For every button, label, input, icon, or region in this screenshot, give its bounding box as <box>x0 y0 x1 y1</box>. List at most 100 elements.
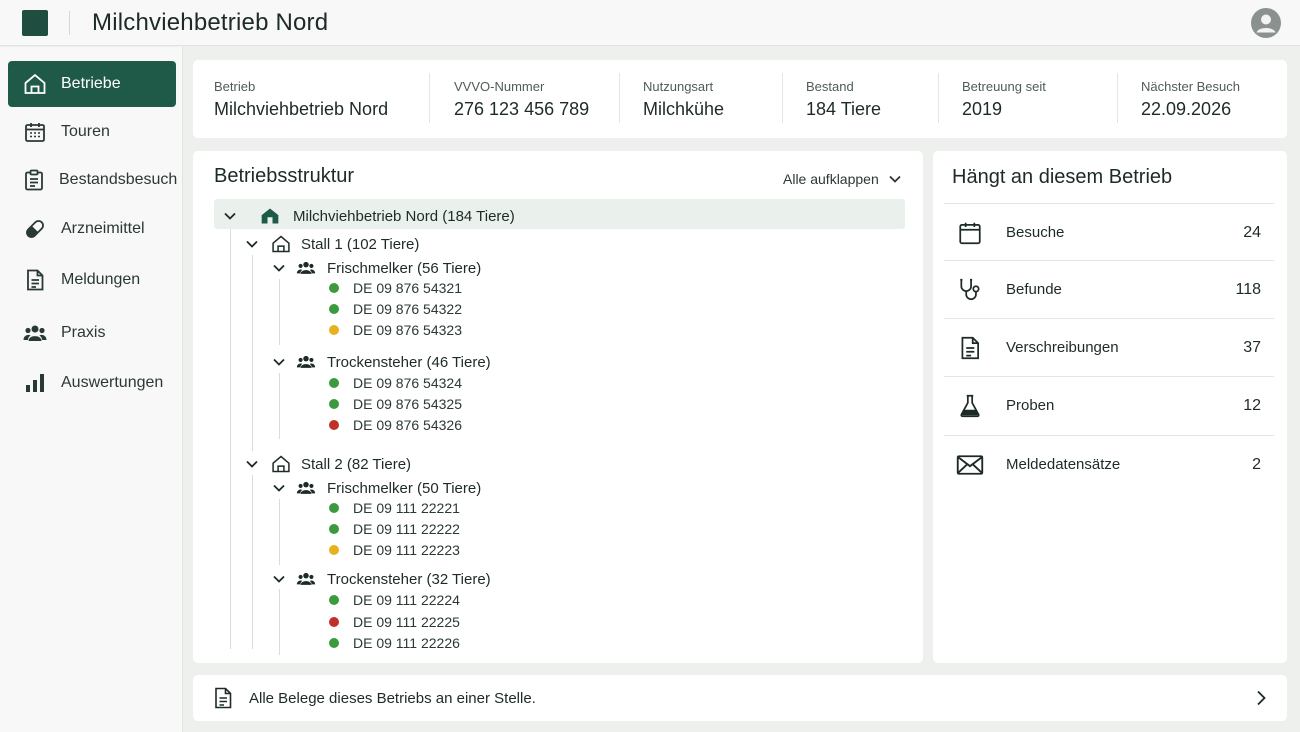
summary-betrieb: Betrieb Milchviehbetrieb Nord <box>214 76 388 122</box>
status-dot <box>329 545 339 555</box>
sidebar-item-auswertungen[interactable]: Auswertungen <box>8 360 176 406</box>
summary-label: Nutzungsart <box>643 79 714 94</box>
herd-icon <box>296 355 316 368</box>
animal-id: DE 09 876 54325 <box>353 396 462 412</box>
calendar-icon <box>955 218 985 248</box>
related-item-verschreibungen[interactable]: Verschreibungen 37 <box>944 318 1274 376</box>
chevron-down-icon[interactable] <box>271 571 287 587</box>
sidebar-item-label: Bestandsbesuch <box>59 171 178 188</box>
animal-id: DE 09 111 22226 <box>353 635 460 651</box>
tree-group-node[interactable]: Trockensteher (32 Tiere) <box>271 569 491 589</box>
summary-value: 184 Tiere <box>806 99 882 119</box>
animal-row[interactable]: DE 09 876 54326 <box>329 417 462 433</box>
user-avatar-icon[interactable] <box>1251 8 1281 38</box>
all-documents-label: Alle Belege dieses Betriebs an einer Ste… <box>249 690 536 707</box>
animal-row[interactable]: DE 09 111 22221 <box>329 500 460 516</box>
herd-icon <box>296 481 316 494</box>
summary-betreuung: Betreuung seit 2019 <box>962 76 1046 122</box>
chevron-down-icon[interactable] <box>244 456 260 472</box>
chevron-right-icon <box>1257 690 1266 706</box>
summary-label: Bestand <box>806 79 854 94</box>
document-icon <box>215 687 232 709</box>
summary-divider <box>938 73 939 123</box>
sidebar: Betriebe Touren Bestandsbesuch Arzneimit… <box>0 47 183 732</box>
tree-line <box>252 255 253 451</box>
status-dot <box>329 420 339 430</box>
related-item-besuche[interactable]: Besuche 24 <box>944 203 1274 261</box>
animal-row[interactable]: DE 09 111 22226 <box>329 635 460 651</box>
animal-row[interactable]: DE 09 876 54323 <box>329 322 462 338</box>
tree-group-node[interactable]: Frischmelker (50 Tiere) <box>271 478 481 498</box>
tree-stall-node[interactable]: Stall 2 (82 Tiere) <box>244 454 411 474</box>
related-item-label: Besuche <box>1006 224 1065 241</box>
summary-value: 22.09.2026 <box>1141 99 1232 119</box>
animal-row[interactable]: DE 09 111 22223 <box>329 542 460 558</box>
status-dot <box>329 304 339 314</box>
status-dot <box>329 399 339 409</box>
summary-divider <box>429 73 430 123</box>
animal-row[interactable]: DE 09 111 22224 <box>329 592 460 608</box>
page-title: Milchviehbetrieb Nord <box>92 9 329 36</box>
related-item-proben[interactable]: Proben 12 <box>944 376 1274 434</box>
related-item-label: Verschreibungen <box>1006 339 1119 356</box>
animal-row[interactable]: DE 09 111 22222 <box>329 521 460 537</box>
tree-line <box>279 589 280 655</box>
summary-bestand: Bestand 184 Tiere <box>806 76 881 122</box>
app-logo <box>22 10 48 36</box>
stethoscope-icon <box>955 275 985 305</box>
bar-chart-icon <box>22 370 48 396</box>
summary-label: Nächster Besuch <box>1141 79 1240 94</box>
tree-node-label: Frischmelker (56 Tiere) <box>327 259 482 277</box>
sidebar-item-betriebe[interactable]: Betriebe <box>8 61 176 107</box>
tree-line <box>230 229 231 649</box>
tree-root-node[interactable]: Milchviehbetrieb Nord (184 Tiere) <box>222 206 515 226</box>
summary-value: 276 123 456 789 <box>454 99 590 119</box>
sidebar-item-praxis[interactable]: Praxis <box>8 310 176 356</box>
summary-naechster-besuch: Nächster Besuch 22.09.2026 <box>1141 76 1240 122</box>
summary-value: Milchkühe <box>643 99 725 119</box>
tree-stall-node[interactable]: Stall 1 (102 Tiere) <box>244 234 419 254</box>
all-documents-link[interactable]: Alle Belege dieses Betriebs an einer Ste… <box>193 675 1287 721</box>
sidebar-item-label: Praxis <box>61 324 106 341</box>
herd-icon <box>296 261 316 274</box>
animal-row[interactable]: DE 09 876 54321 <box>329 280 462 296</box>
status-dot <box>329 638 339 648</box>
tree-group-node[interactable]: Frischmelker (56 Tiere) <box>271 258 481 278</box>
sidebar-item-arzneimittel[interactable]: Arzneimittel <box>8 206 176 252</box>
status-dot <box>329 325 339 335</box>
sidebar-item-label: Auswertungen <box>61 374 164 391</box>
tree-line <box>252 475 253 649</box>
status-dot <box>329 617 339 627</box>
chevron-down-icon[interactable] <box>271 480 287 496</box>
tree-line <box>279 499 280 565</box>
status-dot <box>329 503 339 513</box>
barn-icon <box>272 235 290 253</box>
summary-label: Betreuung seit <box>962 79 1046 94</box>
animal-id: DE 09 876 54326 <box>353 417 462 433</box>
header-divider <box>69 11 70 35</box>
animal-row[interactable]: DE 09 111 22225 <box>329 614 460 630</box>
chevron-down-icon[interactable] <box>244 236 260 252</box>
expand-all-button[interactable]: Alle aufklappen <box>783 171 902 187</box>
related-item-befunde[interactable]: Befunde 118 <box>944 260 1274 318</box>
chevron-down-icon[interactable] <box>271 260 287 276</box>
animal-row[interactable]: DE 09 876 54325 <box>329 396 462 412</box>
sidebar-item-label: Touren <box>61 123 110 140</box>
tree-group-node[interactable]: Trockensteher (46 Tiere) <box>271 352 491 372</box>
related-item-meldedatensaetze[interactable]: Meldedatensätze 2 <box>944 435 1274 493</box>
chevron-down-icon[interactable] <box>222 208 238 224</box>
animal-row[interactable]: DE 09 876 54322 <box>329 301 462 317</box>
sidebar-item-touren[interactable]: Touren <box>8 109 176 155</box>
tree-node-label: Milchviehbetrieb Nord (184 Tiere) <box>293 207 515 225</box>
chevron-down-icon <box>889 175 901 183</box>
related-item-label: Meldedatensätze <box>1006 456 1121 473</box>
animal-id: DE 09 876 54324 <box>353 375 462 391</box>
sidebar-item-meldungen[interactable]: Meldungen <box>8 257 176 303</box>
top-bar: Milchviehbetrieb Nord <box>0 0 1300 46</box>
chevron-down-icon[interactable] <box>271 354 287 370</box>
related-item-label: Befunde <box>1006 281 1062 298</box>
calendar-icon <box>22 119 48 145</box>
animal-row[interactable]: DE 09 876 54324 <box>329 375 462 391</box>
summary-divider <box>1117 73 1118 123</box>
sidebar-item-bestandsbesuch[interactable]: Bestandsbesuch <box>8 157 178 203</box>
